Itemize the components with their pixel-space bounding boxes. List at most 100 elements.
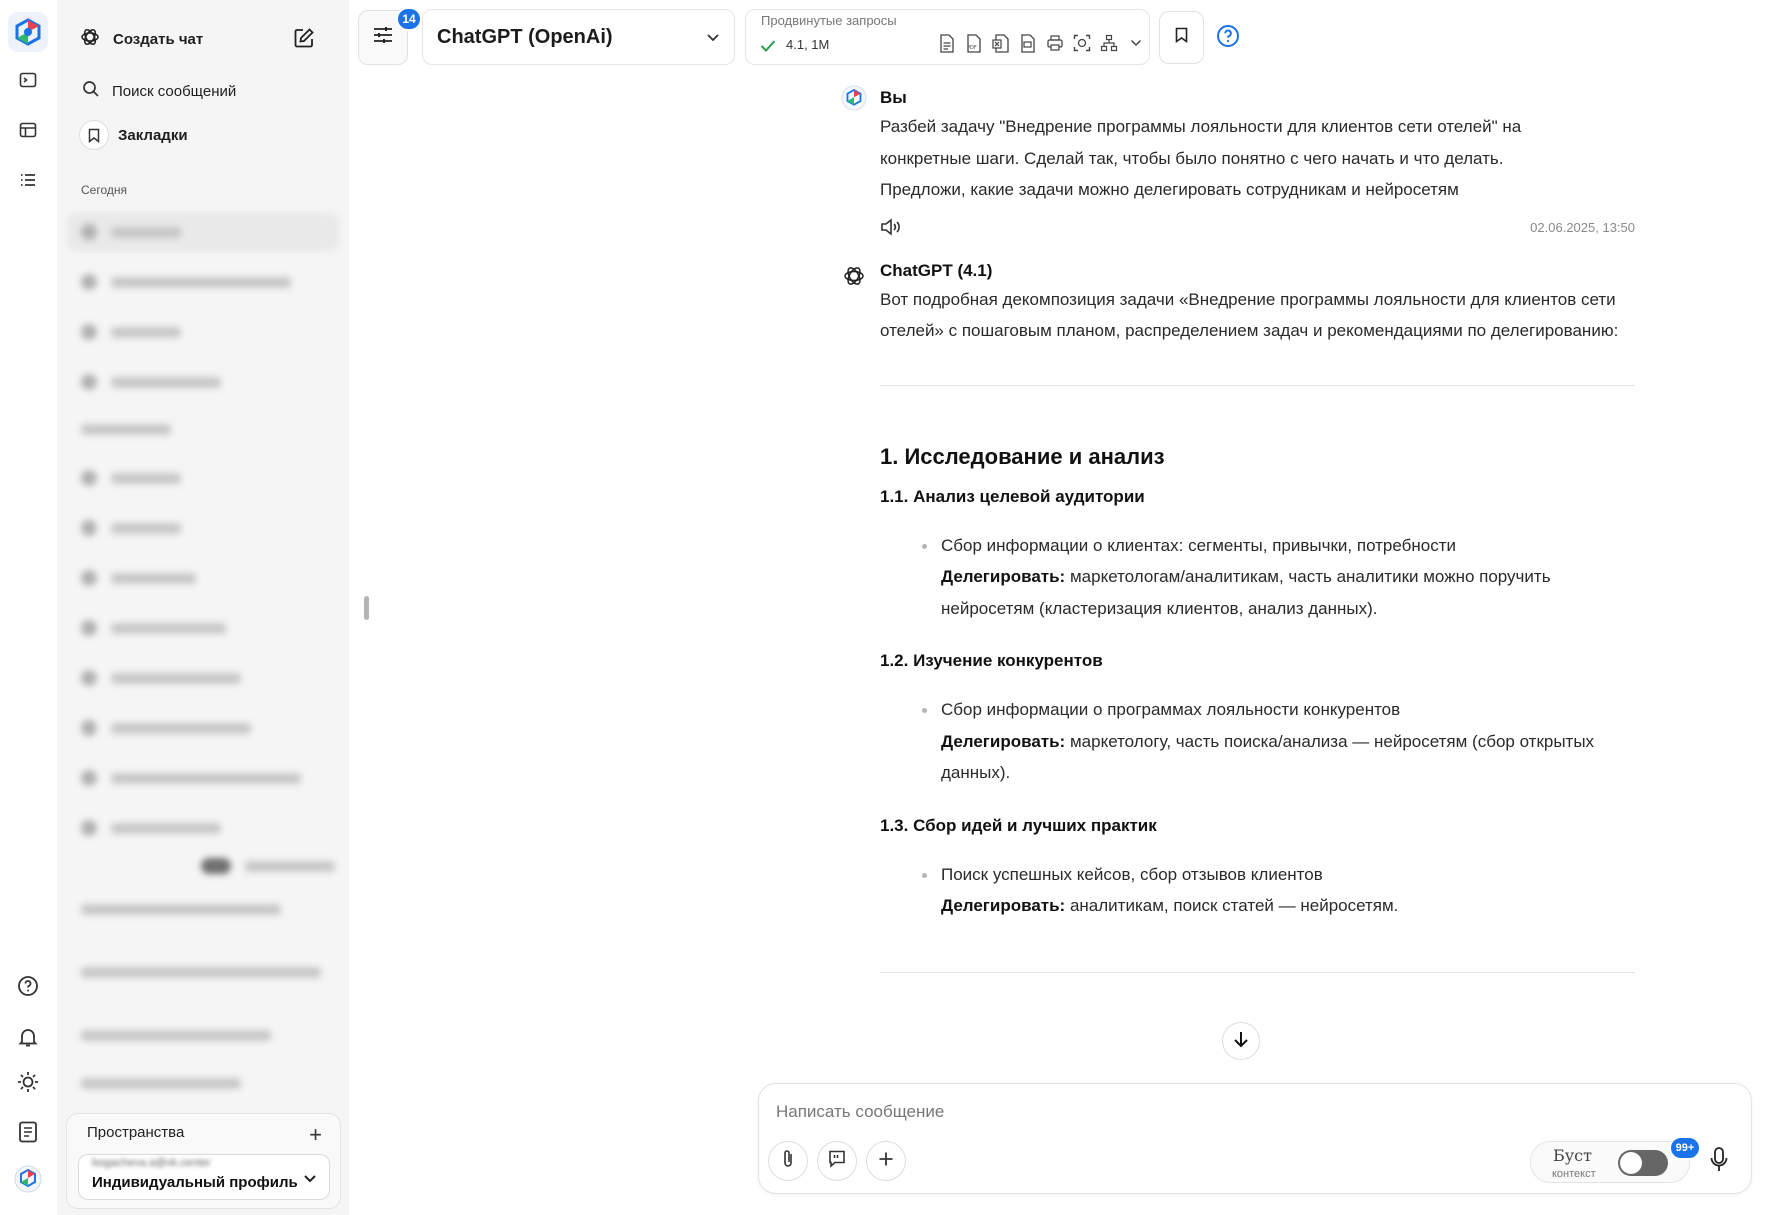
message-input[interactable]: Написать сообщение [776, 1102, 944, 1122]
profile-name: Индивидуальный профиль [92, 1174, 298, 1191]
advanced-caption: Продвинутые запросы [761, 13, 897, 28]
chat-history-section [67, 418, 339, 440]
message-composer: Написать сообщение Буст контекст 99+ [758, 1083, 1752, 1194]
document-icon[interactable] [14, 1118, 42, 1146]
new-chat-button[interactable]: Создать чат [79, 26, 203, 52]
delegate-label: Делегировать: [941, 896, 1066, 915]
list-item: Сбор информации о клиентах: сегменты, пр… [880, 530, 1635, 625]
edit-icon[interactable] [293, 27, 315, 54]
delegate-text: аналитикам, поиск статей — нейросетям. [1069, 896, 1399, 915]
print-file-icon[interactable] [1044, 32, 1066, 54]
chat-history-item[interactable] [67, 759, 339, 797]
message-text: Вот подробная декомпозиция задачи «Внедр… [880, 289, 1619, 341]
table-icon[interactable] [14, 116, 42, 144]
user-message: Вы Разбей задачу "Внедрение программы ло… [841, 80, 1635, 241]
sidebar-resize-handle[interactable] [364, 596, 369, 620]
ppt-file-icon[interactable] [1017, 32, 1039, 54]
app-logo-icon[interactable] [8, 12, 48, 52]
scroll-down-button[interactable] [1222, 1022, 1260, 1060]
terminal-icon[interactable] [14, 66, 42, 94]
section-today: Сегодня [81, 183, 127, 197]
model-select[interactable]: ChatGPT (OpenAi) [422, 9, 735, 65]
bookmark-icon [79, 120, 109, 150]
scan-icon[interactable] [1071, 32, 1093, 54]
chat-history-item[interactable] [67, 459, 339, 497]
help-icon[interactable] [14, 972, 42, 1000]
bookmarks-button[interactable]: Закладки [79, 120, 188, 150]
message-author: ChatGPT (4.1) [880, 260, 993, 280]
chat-history-item[interactable] [67, 559, 339, 597]
list-item: Сбор информации о программах лояльности … [880, 694, 1635, 789]
chevron-down-icon[interactable] [1125, 32, 1147, 54]
paperclip-icon [781, 1149, 795, 1174]
boost-toggle[interactable] [1618, 1150, 1668, 1176]
message-timestamp: 02.06.2025, 13:50 [1530, 219, 1635, 235]
chat-history-item[interactable] [67, 609, 339, 647]
user-avatar-icon[interactable] [12, 1163, 44, 1195]
model-name: ChatGPT (OpenAi) [437, 26, 613, 48]
openai-icon [840, 262, 868, 290]
chat-thread: Вы Разбей задачу "Внедрение программы ло… [841, 80, 1635, 973]
arrow-down-icon [1233, 1030, 1249, 1053]
divider [880, 971, 1635, 973]
chat-history-item[interactable] [67, 659, 339, 697]
chat-history-item[interactable] [67, 263, 339, 301]
message-text: Разбей задачу "Внедрение программы лояль… [880, 117, 1522, 199]
doc-file-icon[interactable] [936, 32, 958, 54]
chat-history-item[interactable] [67, 363, 339, 401]
search-icon [82, 80, 100, 102]
spaces-title: Пространства [87, 1124, 185, 1141]
plus-icon [878, 1151, 894, 1172]
microphone-icon[interactable] [1709, 1146, 1729, 1179]
settings-badge: 14 [396, 7, 422, 31]
blurred-toggle [187, 847, 337, 885]
sidebar: Создать чат Поиск сообщений Закладки Сег… [57, 0, 349, 1215]
boost-sublabel: контекст [1552, 1168, 1596, 1180]
bell-icon[interactable] [14, 1023, 42, 1051]
chevron-down-icon [303, 1171, 317, 1189]
speaker-icon[interactable] [880, 217, 902, 241]
theme-sun-icon[interactable] [14, 1068, 42, 1096]
profile-email: bogacheva.a@vk.center [92, 1157, 211, 1169]
add-button[interactable] [866, 1141, 906, 1181]
chat-history-item[interactable] [67, 509, 339, 547]
usage-item [67, 887, 339, 931]
search-messages-button[interactable]: Поиск сообщений [82, 80, 236, 102]
list-item-text: Поиск успешных кейсов, сбор отзывов клие… [941, 864, 1323, 884]
user-avatar-icon [840, 84, 868, 112]
help-circle-icon[interactable] [1216, 24, 1240, 53]
icon-rail [0, 0, 57, 1215]
excel-file-icon[interactable] [990, 32, 1012, 54]
boost-label: Буст [1553, 1146, 1592, 1165]
boost-badge: 99+ [1669, 1136, 1701, 1160]
subsection-heading: 1.2. Изучение конкурентов [880, 651, 1103, 670]
org-chart-icon[interactable] [1098, 32, 1120, 54]
add-space-icon[interactable]: + [309, 1122, 322, 1148]
list-item: Поиск успешных кейсов, сбор отзывов клие… [880, 859, 1635, 922]
chat-history-item[interactable] [67, 809, 339, 847]
chat-history-item[interactable] [67, 213, 339, 251]
message-author: Вы [880, 88, 907, 107]
list-icon[interactable] [14, 166, 42, 194]
sliders-icon [372, 24, 394, 51]
delegate-label: Делегировать: [941, 731, 1066, 751]
attach-button[interactable] [768, 1141, 808, 1181]
pdf-file-icon[interactable]: PDF [963, 32, 985, 54]
list-item-text: Сбор информации о клиентах: сегменты, пр… [941, 535, 1457, 555]
bookmark-chat-button[interactable] [1159, 11, 1204, 64]
chat-history-item[interactable] [67, 313, 339, 351]
advanced-requests-panel[interactable]: Продвинутые запросы 4.1, 1M PDF [745, 9, 1150, 65]
profile-select[interactable]: bogacheva.a@vk.center Индивидуальный про… [78, 1154, 330, 1200]
usage-item [67, 941, 339, 1003]
new-chat-label: Создать чат [113, 30, 204, 48]
svg-text:PDF: PDF [967, 45, 977, 51]
check-icon [760, 39, 776, 58]
chat-quote-icon [827, 1149, 847, 1174]
chat-history-item[interactable] [67, 709, 339, 747]
bookmark-icon [1175, 27, 1188, 48]
bookmarks-label: Закладки [118, 126, 188, 144]
advanced-value: 4.1, 1M [786, 37, 830, 52]
openai-icon [79, 26, 101, 52]
subsection-heading: 1.3. Сбор идей и лучших практик [880, 815, 1157, 835]
prompts-button[interactable] [817, 1141, 857, 1181]
